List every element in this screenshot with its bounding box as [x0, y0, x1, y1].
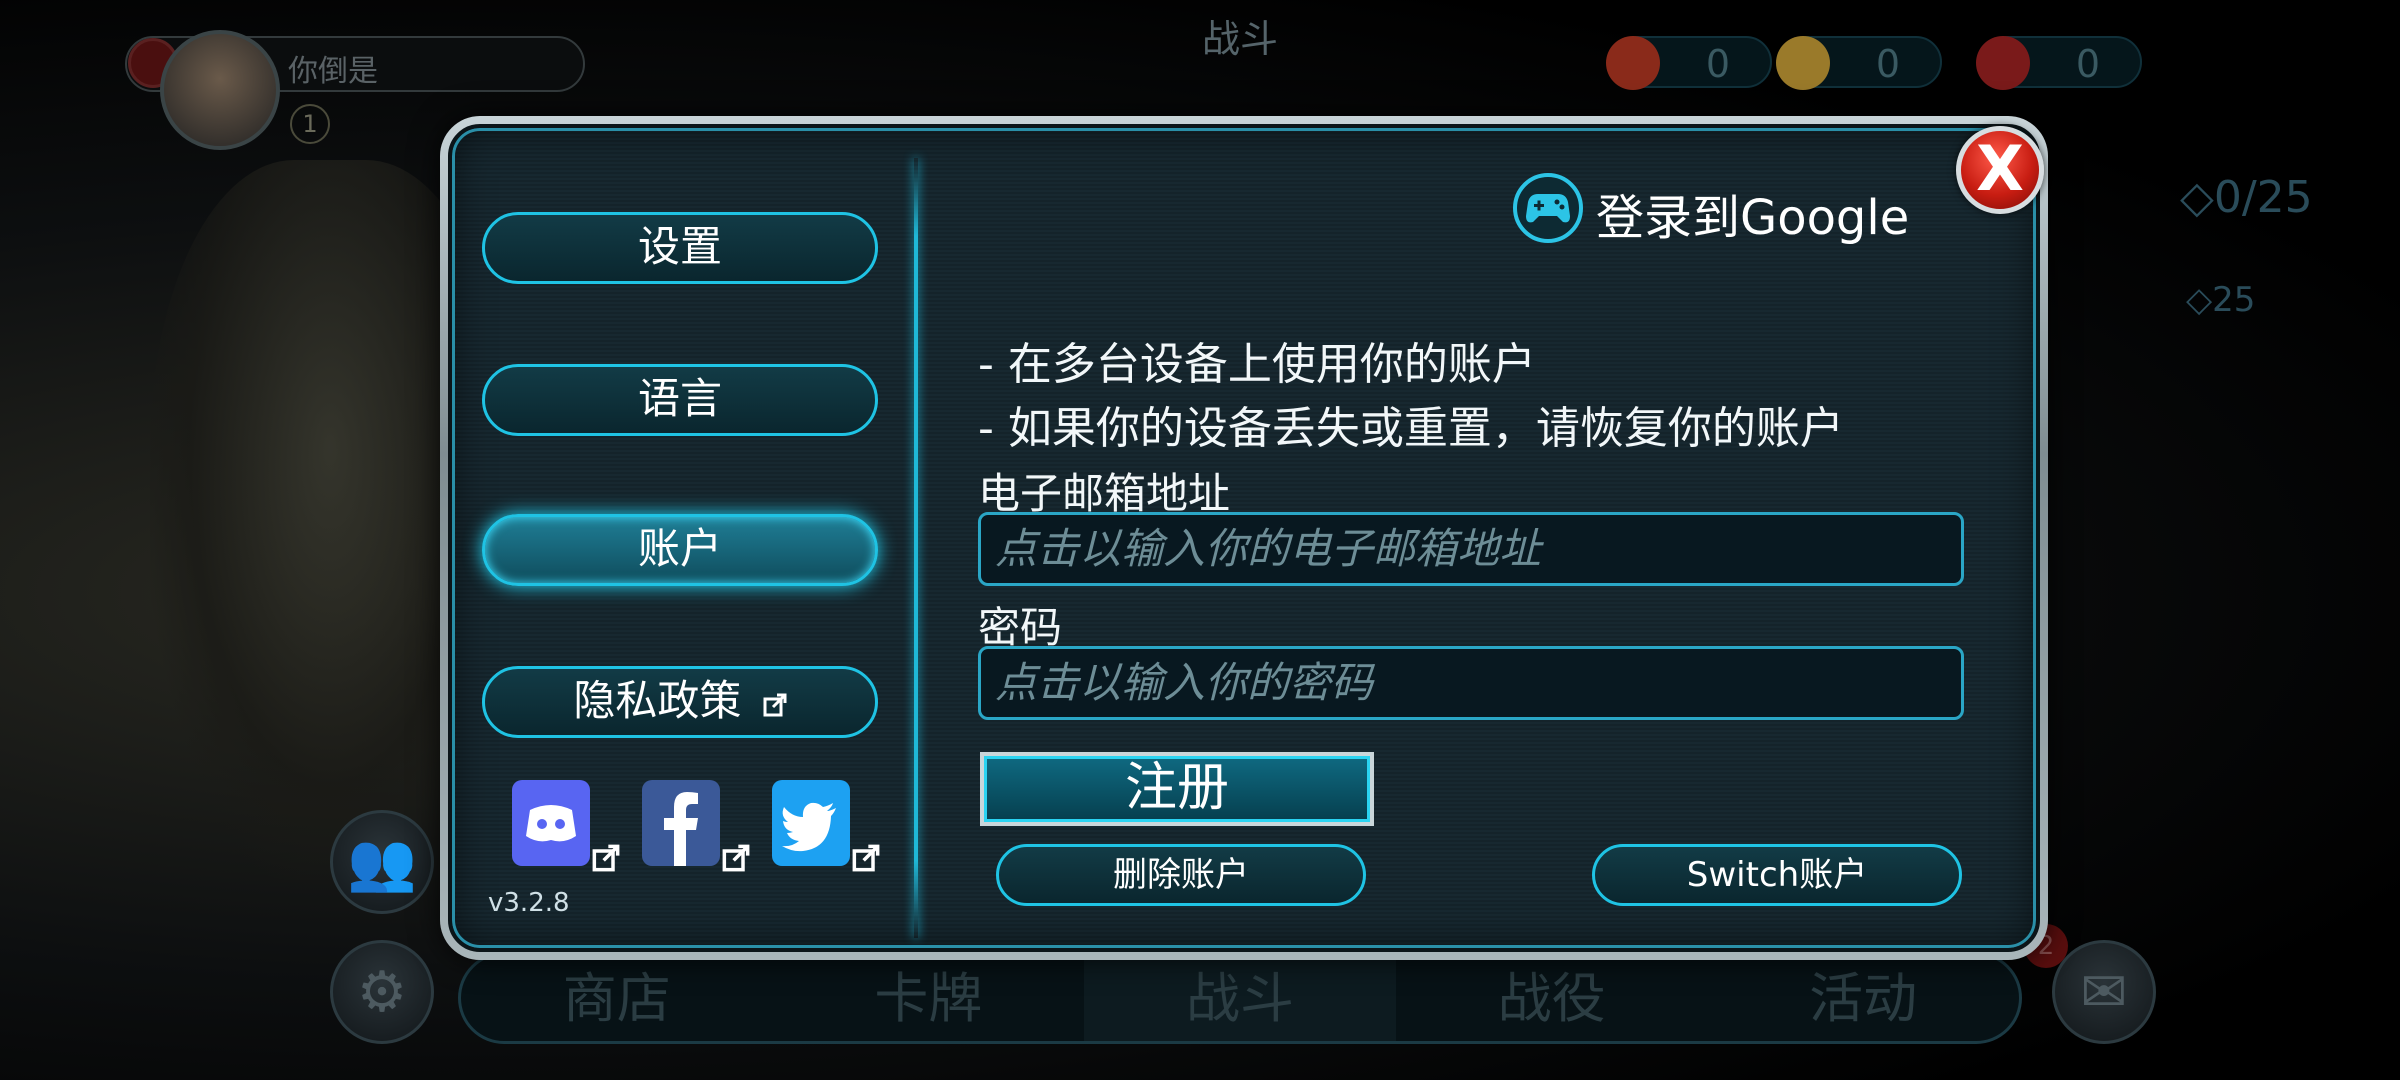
register-button[interactable]: 注册: [980, 752, 1374, 826]
settings-modal-panel: 设置 语言 账户 隐私政策 v3.2.8 登录到Google - 在多台设备上使…: [448, 124, 2040, 952]
close-modal-button[interactable]: X: [1956, 126, 2044, 214]
currency-gold[interactable]: 0: [1776, 36, 1942, 90]
gamepad-icon: [1513, 173, 1583, 243]
red-gem-icon: [1976, 36, 2030, 90]
facebook-link-button[interactable]: [642, 780, 750, 872]
screen-title: 战斗: [1201, 17, 1278, 61]
external-link-icon: [592, 844, 620, 872]
currency-tickets[interactable]: 0: [1606, 36, 1772, 90]
twitter-link-button[interactable]: [772, 780, 880, 872]
benefit-multi-device: - 在多台设备上使用你的账户: [978, 339, 1536, 390]
side-reward-counter: ◇25: [2186, 280, 2256, 320]
gold-coin-icon: [1776, 36, 1830, 90]
nav-tab-cards[interactable]: 卡牌: [773, 955, 1085, 1041]
facebook-icon: [664, 792, 698, 866]
currency-value: 0: [1705, 42, 1730, 86]
social-group-button[interactable]: 👥: [330, 810, 434, 914]
settings-modal: 设置 语言 账户 隐私政策 v3.2.8 登录到Google - 在多台设备上使…: [440, 116, 2048, 960]
player-level-badge: 1: [290, 104, 330, 144]
bottom-navigation: 商店 卡牌 战斗 战役 活动: [458, 952, 2022, 1044]
ticket-icon: [1606, 36, 1660, 90]
mail-icon: ✉: [2080, 960, 2128, 1025]
app-version: v3.2.8: [488, 888, 570, 918]
menu-privacy-policy-button[interactable]: 隐私政策: [482, 666, 878, 738]
currency-value: 0: [1875, 42, 1900, 86]
benefit-restore-account: - 如果你的设备丢失或重置，请恢复你的账户: [978, 403, 1844, 454]
nav-tab-battle[interactable]: 战斗: [1084, 955, 1396, 1041]
side-progress-counter: ◇0/25: [2180, 172, 2313, 223]
mail-button[interactable]: ✉: [2052, 940, 2156, 1044]
panel-divider: [914, 158, 918, 938]
external-link-icon: [852, 844, 880, 872]
google-login-label: 登录到Google: [1596, 190, 1910, 246]
side-reward-value: 25: [2212, 280, 2256, 320]
discord-icon: [526, 805, 576, 842]
email-field[interactable]: 点击以输入你的电子邮箱地址: [978, 512, 1964, 586]
menu-account-button[interactable]: 账户: [482, 514, 878, 586]
player-avatar[interactable]: [160, 30, 280, 150]
external-link-icon: [722, 844, 750, 872]
nav-tab-shop[interactable]: 商店: [461, 955, 773, 1041]
close-icon: X: [1976, 132, 2024, 205]
gear-icon: ⚙: [356, 960, 408, 1025]
menu-language-button[interactable]: 语言: [482, 364, 878, 436]
currency-gems[interactable]: 0: [1976, 36, 2142, 90]
nav-tab-campaign[interactable]: 战役: [1396, 955, 1708, 1041]
currency-value: 0: [2075, 42, 2100, 86]
delete-account-button[interactable]: 删除账户: [996, 844, 1366, 906]
twitter-icon: [782, 802, 836, 852]
menu-settings-button[interactable]: 设置: [482, 212, 878, 284]
privacy-policy-label: 隐私政策: [573, 676, 742, 725]
external-link-icon: [763, 693, 787, 717]
settings-button[interactable]: ⚙: [330, 940, 434, 1044]
side-counter-value: 0/25: [2213, 172, 2313, 223]
group-icon: 👥: [347, 830, 417, 895]
player-name: 你倒是: [288, 54, 378, 89]
password-field[interactable]: 点击以输入你的密码: [978, 646, 1964, 720]
nav-tab-events[interactable]: 活动: [1707, 955, 2019, 1041]
switch-account-button[interactable]: Switch账户: [1592, 844, 1962, 906]
discord-link-button[interactable]: [512, 780, 620, 872]
